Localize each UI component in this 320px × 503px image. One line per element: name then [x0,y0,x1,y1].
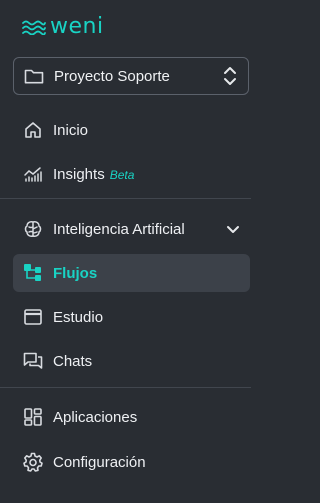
chevron-up-down-icon [224,67,236,85]
nav-label-configuracion: Configuración [53,453,146,471]
divider [0,198,251,199]
nav-label-inicio: Inicio [53,121,89,139]
gear-icon [23,452,43,472]
window-icon [24,309,42,325]
project-selector[interactable]: Proyecto Soporte [13,57,249,95]
project-name: Proyecto Soporte [54,67,170,85]
nav-item-aplicaciones[interactable]: Aplicaciones [13,398,250,436]
chevron-down-icon[interactable] [226,222,240,236]
nav-label-estudio: Estudio [53,308,104,326]
waves-icon [22,20,46,35]
nav-label-chats: Chats [53,352,93,370]
nav-item-configuracion[interactable]: Configuración [13,443,250,481]
home-icon [25,122,41,138]
brand-name: weni [50,14,104,39]
nav-item-inteligencia-artificial[interactable]: Inteligencia Artificial [13,210,250,248]
chart-icon [24,167,42,182]
nav-item-flujos[interactable]: Flujos [13,254,250,292]
nav-item-estudio[interactable]: Estudio [13,298,250,336]
apps-icon [24,408,42,426]
nav-item-chats[interactable]: Chats [13,342,250,380]
weni-logo[interactable]: weni [22,14,104,39]
beta-badge: Beta [109,167,135,182]
folder-icon [24,69,44,84]
nav-label-inteligencia-artificial: Inteligencia Artificial [53,220,185,238]
nav-label-flujos: Flujos [53,264,98,282]
nav-label-insights: Insights Beta [53,166,134,183]
nav-item-insights[interactable]: Insights Beta [13,155,250,193]
insights-text: Insights [53,165,105,183]
brain-icon [24,221,42,237]
divider [0,387,251,388]
flow-icon [24,264,41,281]
nav-item-inicio[interactable]: Inicio [13,111,250,149]
chat-icon [23,352,43,369]
nav-label-aplicaciones: Aplicaciones [53,408,138,426]
